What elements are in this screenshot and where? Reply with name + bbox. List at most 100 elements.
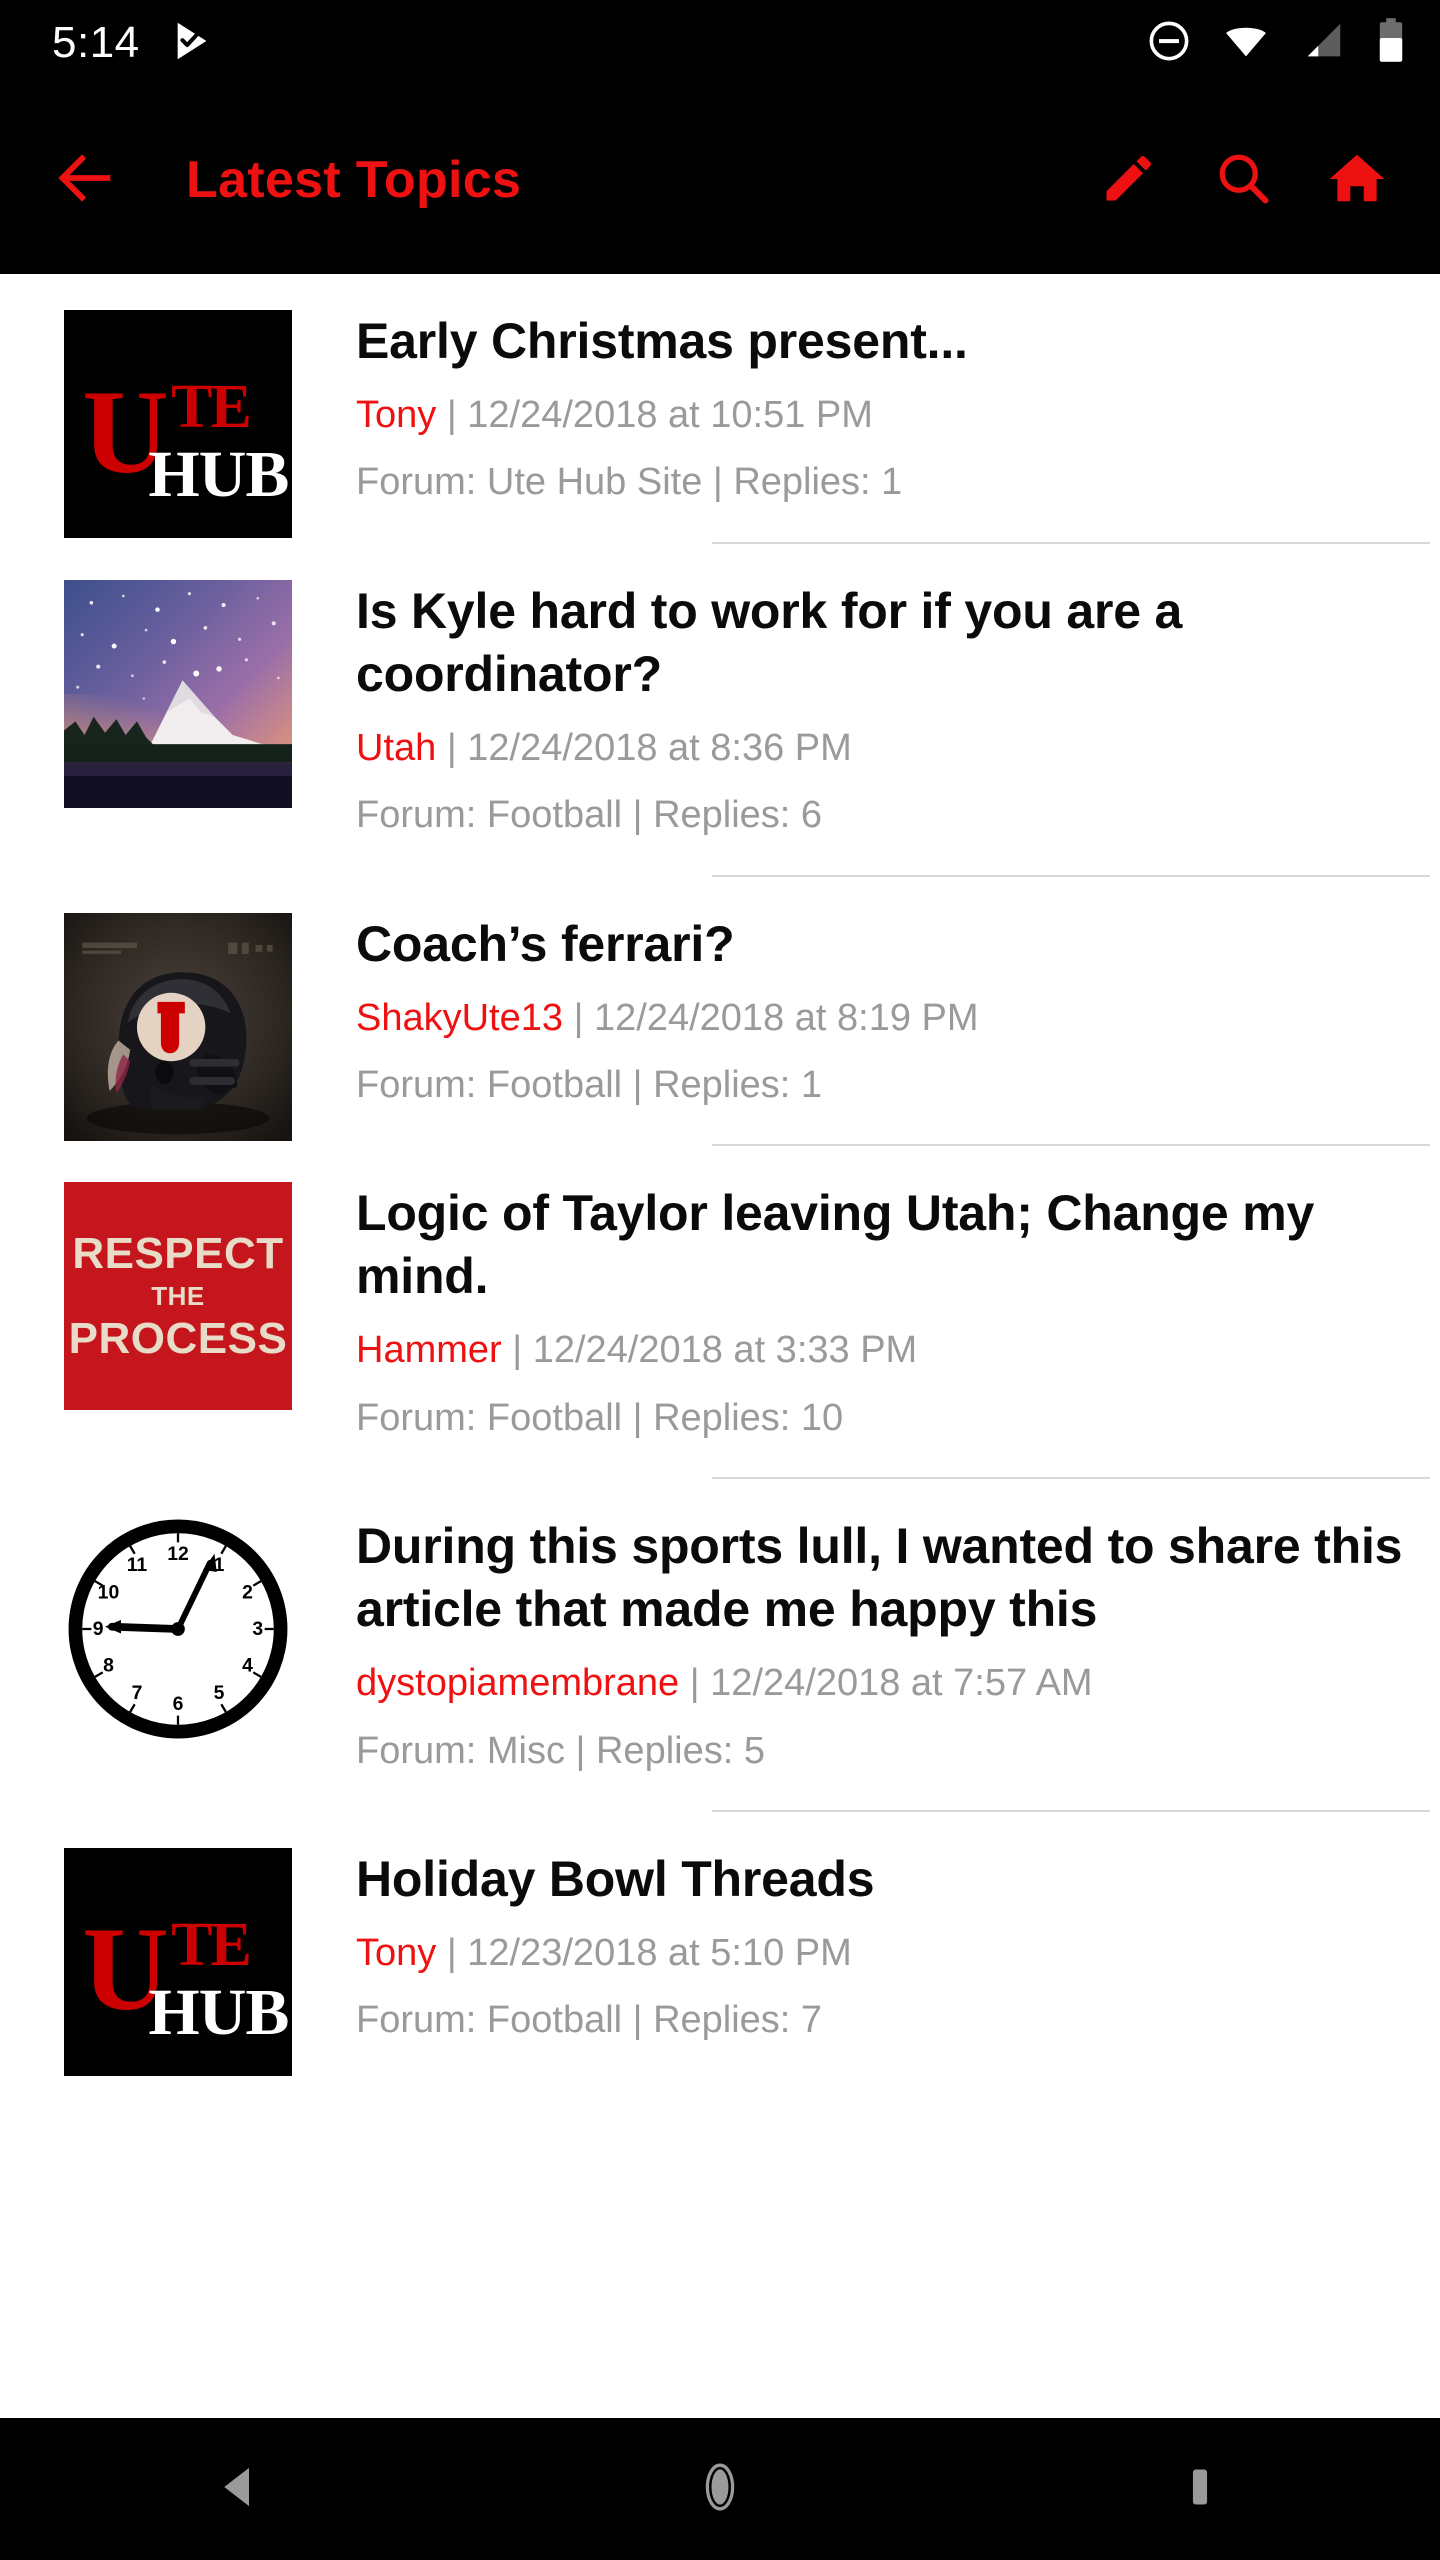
topic-timestamp-separator: | xyxy=(446,726,457,769)
topic-avatar: U TE HUB xyxy=(64,1847,292,2076)
play-store-icon xyxy=(170,18,216,69)
topic-list-item[interactable]: 12 1 2 345 678 9 10 11 During this sports lu… xyxy=(0,1479,1440,1812)
topic-meta: Hammer | 12/24/2018 at 3:33 PM xyxy=(356,1326,1430,1375)
ute-hub-logo: U TE HUB xyxy=(64,310,292,538)
topic-timestamp-separator: | xyxy=(446,394,457,436)
svg-text:11: 11 xyxy=(127,1554,148,1576)
topic-title: Coach’s ferrari? xyxy=(356,915,735,972)
battery-icon xyxy=(1376,17,1406,70)
topic-subline: Forum: Misc | Replies: 5 xyxy=(356,1729,765,1772)
avatar-text-line-2: THE xyxy=(151,1280,205,1311)
home-icon xyxy=(1326,147,1388,214)
svg-text:7: 7 xyxy=(132,1682,143,1704)
avatar-text-line-1: RESPECT xyxy=(72,1228,284,1278)
cellular-signal-icon xyxy=(1300,18,1346,69)
topic-title: Early Christmas present... xyxy=(356,313,968,369)
topic-author[interactable]: Hammer xyxy=(356,1329,502,1371)
app-bar-actions xyxy=(1096,147,1406,213)
svg-text:4: 4 xyxy=(242,1655,253,1677)
nav-back-button[interactable] xyxy=(165,2418,315,2560)
row-divider xyxy=(712,874,1430,877)
svg-text:2: 2 xyxy=(242,1582,253,1604)
page-title: Latest Topics xyxy=(186,151,522,209)
topic-subline: Forum: Football | Replies: 7 xyxy=(356,1999,823,2042)
svg-text:6: 6 xyxy=(173,1693,184,1715)
status-bar-clock: 5:14 xyxy=(52,18,140,67)
topic-title: Is Kyle hard to work for if you are a co… xyxy=(356,582,1183,702)
topic-meta: Tony | 12/24/2018 at 10:51 PM xyxy=(356,391,1430,440)
topic-title: Logic of Taylor leaving Utah; Change my … xyxy=(356,1185,1315,1305)
topic-avatar xyxy=(64,579,292,808)
topic-subline: Forum: Football | Replies: 10 xyxy=(356,1396,844,1439)
topic-timestamp-separator: | xyxy=(446,1931,457,1974)
nav-recents-button[interactable] xyxy=(1125,2418,1275,2560)
home-button[interactable] xyxy=(1324,147,1390,213)
nav-home-icon xyxy=(691,2458,749,2521)
topic-subline: Forum: Football | Replies: 1 xyxy=(356,1063,823,1106)
nav-back-icon xyxy=(213,2460,267,2519)
topic-timestamp: 12/23/2018 at 5:10 PM xyxy=(467,1931,852,1974)
starry-mountain-photo xyxy=(64,579,292,808)
nav-recents-icon xyxy=(1175,2460,1225,2519)
svg-text:8: 8 xyxy=(103,1655,114,1677)
topic-author[interactable]: dystopiamembrane xyxy=(356,1662,679,1704)
row-divider xyxy=(712,1477,1430,1480)
nav-home-button[interactable] xyxy=(645,2418,795,2560)
topic-content: During this sports lull, I wanted to sha… xyxy=(292,1515,1440,1812)
topic-timestamp: 12/24/2018 at 10:51 PM xyxy=(467,394,873,436)
topic-subline: Forum: Football | Replies: 6 xyxy=(356,794,823,837)
topic-author[interactable]: ShakyUte13 xyxy=(356,997,563,1039)
status-bar: 5:14 xyxy=(0,0,1440,86)
svg-text:5: 5 xyxy=(214,1682,225,1704)
topic-meta: ShakyUte13 | 12/24/2018 at 8:19 PM xyxy=(356,994,1430,1043)
search-button[interactable] xyxy=(1210,147,1276,213)
respect-the-process-graphic: RESPECT THE PROCESS xyxy=(64,1182,292,1411)
topic-timestamp: 12/24/2018 at 8:19 PM xyxy=(594,996,979,1039)
topic-title: Holiday Bowl Threads xyxy=(356,1850,875,1907)
topic-meta: dystopiamembrane | 12/24/2018 at 7:57 AM xyxy=(356,1659,1430,1708)
avatar-text-line-3: PROCESS xyxy=(68,1313,288,1363)
row-divider xyxy=(712,1144,1430,1147)
row-divider xyxy=(712,541,1430,544)
compose-button[interactable] xyxy=(1096,147,1162,213)
wifi-icon xyxy=(1222,18,1270,69)
topic-timestamp: 12/24/2018 at 8:36 PM xyxy=(467,726,852,769)
svg-text:3: 3 xyxy=(252,1618,263,1640)
status-bar-system-icons xyxy=(1146,17,1406,70)
topic-timestamp: 12/24/2018 at 3:33 PM xyxy=(532,1329,918,1372)
topic-content: Logic of Taylor leaving Utah; Change my … xyxy=(292,1182,1440,1480)
topic-list-item[interactable]: RESPECT THE PROCESS Logic of Taylor leav… xyxy=(0,1146,1440,1480)
topic-author[interactable]: Tony xyxy=(356,1932,436,1974)
topic-list-item[interactable]: Is Kyle hard to work for if you are a co… xyxy=(0,544,1440,877)
status-bar-notification-icons xyxy=(170,18,216,69)
topic-author[interactable]: Utah xyxy=(356,727,436,769)
ute-hub-logo: U TE HUB xyxy=(64,1847,292,2076)
topic-timestamp-separator: | xyxy=(512,1329,523,1372)
app-bar: Latest Topics xyxy=(0,86,1440,274)
topic-timestamp-separator: | xyxy=(689,1662,700,1705)
row-divider xyxy=(712,1809,1430,1812)
arrow-back-icon xyxy=(52,143,122,218)
topic-timestamp: 12/24/2018 at 7:57 AM xyxy=(710,1662,1093,1705)
utes-helmet-photo xyxy=(64,912,292,1141)
back-button[interactable] xyxy=(48,141,126,219)
search-icon xyxy=(1213,148,1273,213)
topic-avatar: U TE HUB xyxy=(64,310,292,538)
topic-author[interactable]: Tony xyxy=(356,394,436,436)
topic-list-item[interactable]: Coach’s ferrari? ShakyUte13 | 12/24/2018… xyxy=(0,877,1440,1147)
topic-list-item[interactable]: U TE HUB Early Christmas present... Tony… xyxy=(0,274,1440,544)
do-not-disturb-icon xyxy=(1146,18,1192,69)
topic-avatar: 12 1 2 345 678 9 10 11 xyxy=(64,1515,292,1744)
svg-text:9: 9 xyxy=(93,1618,104,1640)
topic-title: During this sports lull, I wanted to sha… xyxy=(356,1518,1403,1638)
system-navigation-bar xyxy=(0,2418,1440,2560)
pencil-compose-icon xyxy=(1099,148,1159,213)
svg-text:10: 10 xyxy=(98,1582,120,1604)
topic-avatar: RESPECT THE PROCESS xyxy=(64,1182,292,1411)
topic-list-item[interactable]: U TE HUB Holiday Bowl Threads Tony | 12/… xyxy=(0,1812,1440,2076)
svg-text:12: 12 xyxy=(167,1543,189,1565)
topic-avatar xyxy=(64,912,292,1141)
topic-meta: Utah | 12/24/2018 at 8:36 PM xyxy=(356,724,1430,773)
topic-content: Coach’s ferrari? ShakyUte13 | 12/24/2018… xyxy=(292,913,1440,1147)
topic-meta: Tony | 12/23/2018 at 5:10 PM xyxy=(356,1929,1430,1978)
